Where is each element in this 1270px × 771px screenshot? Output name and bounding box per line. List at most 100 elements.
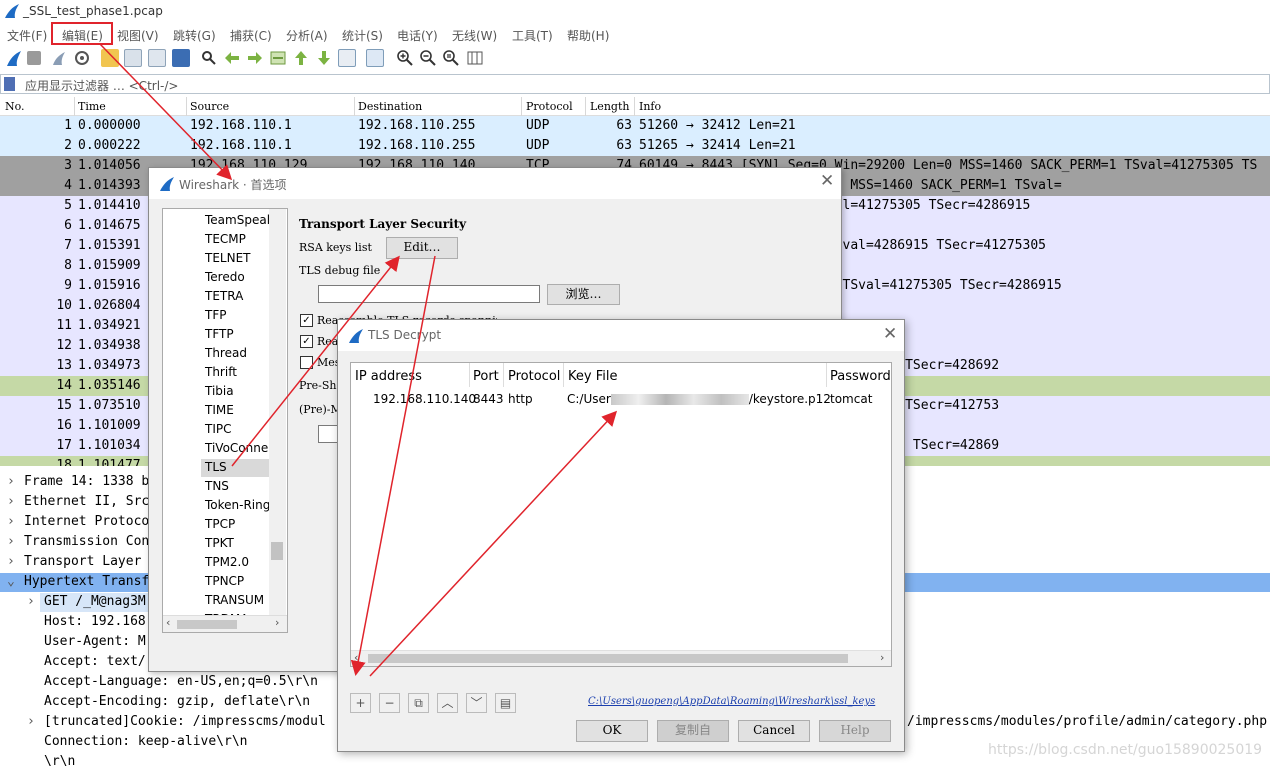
reassemble-app-checkbox[interactable]: ✓ [300,335,313,348]
detail-line[interactable]: GET /_M@nag3M [44,594,146,609]
detail-line[interactable]: Frame 14: 1338 b [24,474,149,489]
detail-line[interactable]: Accept-Language: en-US,en;q=0.5\r\n [44,674,318,689]
scroll-left-icon[interactable]: ‹ [354,651,358,664]
display-filter-bar[interactable]: 应用显示过滤器 … <Ctrl-/> [0,74,1270,94]
zoom-reset-icon[interactable] [442,49,460,67]
row-password[interactable]: tomcat [830,392,872,406]
tree-item[interactable]: TRANSUM [205,593,264,607]
expand-toggle-icon[interactable]: › [7,554,15,569]
col-port[interactable]: Port [473,369,499,384]
table-hscrollbar[interactable]: ‹ › [351,650,891,666]
copy-from-button[interactable]: 复制自 [657,720,729,742]
open-file-icon[interactable] [101,49,119,67]
tree-item[interactable]: TLS [205,460,227,474]
zoom-in-icon[interactable] [396,49,414,67]
row-protocol[interactable]: http [508,392,533,406]
menu-statistics[interactable]: 统计(S) [342,27,383,44]
tree-item[interactable]: TECMP [205,232,246,246]
menu-file[interactable]: 文件(F) [7,27,47,44]
menu-tools[interactable]: 工具(T) [512,27,553,44]
message-auth-checkbox[interactable] [300,356,313,369]
stop-capture-icon[interactable] [27,51,41,65]
detail-line[interactable]: Internet Protoco [24,514,149,529]
expand-toggle-icon[interactable]: › [7,474,15,489]
detail-line[interactable]: Transmission Con [24,534,149,549]
go-to-packet-icon[interactable] [269,49,287,67]
close-icon[interactable]: ✕ [883,324,897,344]
tree-item[interactable]: TPKT [205,536,234,550]
row-keyfile[interactable]: C:/User/keystore.p12 [567,392,831,406]
ok-button[interactable]: OK [576,720,648,742]
move-down-button[interactable]: ﹀ [466,693,487,713]
expand-toggle-icon[interactable]: › [7,494,15,509]
first-packet-icon[interactable] [292,49,310,67]
tree-item[interactable]: Teredo [205,270,245,284]
col-protocol[interactable]: Protocol [526,100,573,113]
detail-line[interactable]: Hypertext Transf [24,574,149,589]
auto-scroll-icon[interactable] [338,49,356,67]
scroll-right-icon[interactable]: › [880,651,884,664]
detail-line[interactable]: Accept-Encoding: gzip, deflate\r\n [44,694,310,709]
scroll-right-icon[interactable]: › [275,616,279,629]
col-time[interactable]: Time [78,100,106,113]
clear-entries-button[interactable]: ▤ [495,693,516,713]
tree-scrollbar-thumb[interactable] [271,542,283,560]
reload-file-icon[interactable] [172,49,190,67]
tree-item[interactable]: TFTP [205,327,234,341]
packet-row[interactable]: 1 0.000000 192.168.110.1 192.168.110.255 UDP… [0,116,1270,136]
col-no[interactable]: No. [5,100,25,113]
expand-toggle-icon[interactable]: › [7,514,15,529]
reassemble-checkbox[interactable]: ✓ [300,314,313,327]
col-password[interactable]: Password [830,369,891,384]
menu-help[interactable]: 帮助(H) [567,27,609,44]
go-forward-icon[interactable] [246,49,264,67]
detail-line[interactable]: Transport Layer [24,554,141,569]
expand-toggle-icon[interactable]: › [27,714,35,729]
detail-line[interactable]: \r\n [44,754,75,769]
zoom-out-icon[interactable] [419,49,437,67]
col-info[interactable]: Info [639,100,661,113]
save-file-icon[interactable] [124,49,142,67]
resize-columns-icon[interactable] [466,49,484,67]
find-packet-icon[interactable] [200,49,218,67]
tree-item[interactable]: TiVoConne [205,441,268,455]
rsa-edit-button[interactable]: Edit… [386,237,458,259]
tree-item[interactable]: TNS [205,479,229,493]
tree-item[interactable]: TeamSpeal [205,213,270,227]
tree-item[interactable]: TPCP [205,517,235,531]
tree-item[interactable]: TELNET [205,251,251,265]
start-capture-icon[interactable] [5,49,23,67]
menu-capture[interactable]: 捕获(C) [230,27,272,44]
go-back-icon[interactable] [223,49,241,67]
restart-capture-icon[interactable] [50,49,68,67]
detail-line[interactable]: Ethernet II, Src [24,494,149,509]
expand-toggle-icon[interactable]: ⌄ [7,574,15,589]
move-up-button[interactable]: ︿ [437,693,458,713]
packet-row[interactable]: 2 0.000222 192.168.110.1 192.168.110.255 UDP… [0,136,1270,156]
tree-item[interactable]: TPM2.0 [205,555,249,569]
scroll-left-icon[interactable]: ‹ [166,616,170,629]
close-file-icon[interactable] [148,49,166,67]
col-protocol[interactable]: Protocol [508,369,560,384]
tree-scrollbar[interactable] [269,209,286,617]
detail-line[interactable]: Accept: text/ [44,654,146,669]
tls-debug-file-input[interactable] [318,285,540,303]
col-length[interactable]: Length [590,100,629,113]
row-port[interactable]: 8443 [473,392,504,406]
tree-item[interactable]: TETRA [205,289,243,303]
col-ip-address[interactable]: IP address [355,369,422,384]
close-icon[interactable]: ✕ [820,171,834,191]
col-key-file[interactable]: Key File [568,369,617,384]
tree-item[interactable]: TIME [205,403,234,417]
cancel-button[interactable]: Cancel [738,720,810,742]
tree-hscrollbar[interactable]: ‹ › [163,615,287,632]
last-packet-icon[interactable] [315,49,333,67]
tree-item[interactable]: TFP [205,308,226,322]
hscroll-thumb[interactable] [368,654,848,663]
detail-line[interactable]: Host: 192.168 [44,614,146,629]
copy-entry-button[interactable]: ⧉ [408,693,429,713]
hscroll-thumb[interactable] [177,620,237,629]
ssl-keys-path-link[interactable]: C:\Users\guopeng\AppData\Roaming\Wiresha… [588,696,875,707]
colorize-icon[interactable] [366,49,384,67]
expand-toggle-icon[interactable]: › [7,534,15,549]
